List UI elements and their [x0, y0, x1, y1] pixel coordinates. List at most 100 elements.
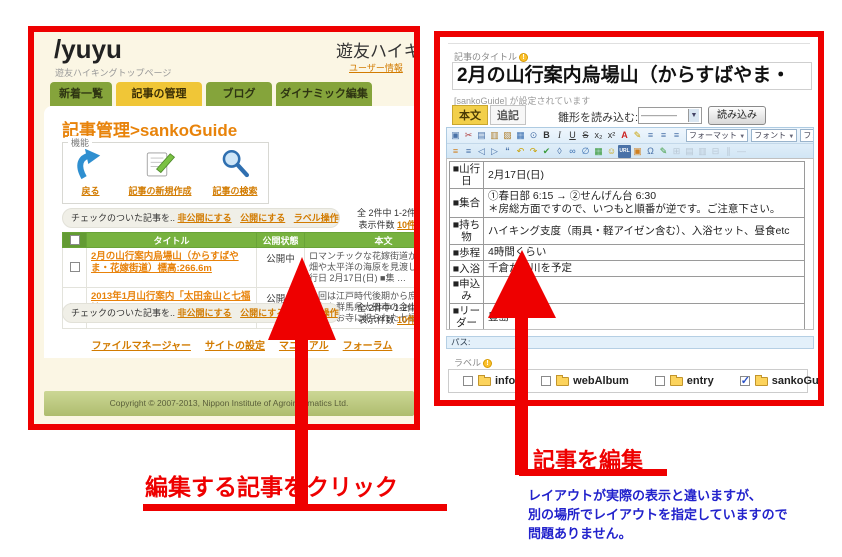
- article-list-screenshot: /yuyu 遊友ハイキングトップページ 遊友ハイキ ユーザー情報 新着一覧 記事…: [28, 26, 420, 430]
- superscript-icon[interactable]: x²: [605, 129, 618, 142]
- functions-legend: 機能: [68, 136, 93, 149]
- find-icon[interactable]: ⊙: [527, 129, 540, 142]
- indent-icon[interactable]: ▷: [488, 145, 501, 158]
- edit-source-icon[interactable]: ✎: [657, 145, 670, 158]
- label-checkbox-sankoguide[interactable]: sankoGuide: [739, 374, 818, 387]
- spellcheck-icon[interactable]: ✔: [540, 145, 553, 158]
- tab-postscript[interactable]: 追記: [490, 105, 526, 125]
- help-icon[interactable]: !: [483, 359, 493, 369]
- font-dropdown[interactable]: フォント ▼: [751, 129, 798, 142]
- label-checkbox-info[interactable]: info: [463, 374, 515, 387]
- site-subtitle: 遊友ハイキングトップページ: [55, 68, 172, 78]
- unpublish-link[interactable]: 非公開にする: [178, 308, 232, 318]
- functions-box: 戻る 記事の新規作成 記事の検索: [62, 142, 269, 204]
- footer-links: ファイルマネージャー サイトの設定 マニュアル フォーラム: [62, 337, 414, 352]
- image-icon[interactable]: ▦: [592, 145, 605, 158]
- red-arrow-left-shaft: [295, 336, 308, 511]
- undo-icon[interactable]: ↶: [514, 145, 527, 158]
- toolbar-row-1-icons: ▣ ✂ ▤ ▥ ▧ ▦ ⊙ B I U Sx₂ x² A ✎ ≡ ≡ ≡: [449, 129, 683, 142]
- red-arrow-right-shaft: [515, 314, 528, 475]
- article-title-link[interactable]: 2月の山行案内烏場山（からすばやま・花嫁街道）標高:266.6m: [91, 251, 252, 275]
- align-left-icon[interactable]: ≡: [644, 129, 657, 142]
- smiley-icon[interactable]: ☺: [605, 145, 618, 158]
- italic-icon[interactable]: I: [553, 129, 566, 142]
- search-article-button[interactable]: 記事の検索: [212, 147, 257, 199]
- site-settings-link[interactable]: サイトの設定: [205, 337, 265, 352]
- redo-icon[interactable]: ↷: [527, 145, 540, 158]
- cut-icon[interactable]: ✂: [462, 129, 475, 142]
- folder-icon: [669, 374, 683, 386]
- forum-link[interactable]: フォーラム: [343, 337, 393, 352]
- table-header-row: タイトル 公開状態 本文: [62, 232, 414, 248]
- file-manager-link[interactable]: ファイルマネージャー: [92, 337, 191, 352]
- help-icon[interactable]: !: [519, 53, 529, 63]
- layout-note: レイアウトが実際の表示と違いますが、 別の場所でレイアウトを指定していますので …: [528, 488, 788, 541]
- split-cell-icon: ∥: [726, 145, 731, 156]
- flash-icon[interactable]: ▣: [631, 145, 644, 158]
- special-char-icon[interactable]: Ω: [644, 145, 657, 158]
- label-checkbox-entry[interactable]: entry: [654, 374, 714, 387]
- page-size-link[interactable]: 10件: [397, 315, 414, 325]
- result-count-bottom: 全 2件中 1-2件 表示件数 10件: [356, 303, 416, 325]
- divider: [448, 43, 810, 44]
- label-box: info webAlbum entry sankoGuide: [448, 369, 818, 393]
- copy-icon[interactable]: ▤: [475, 129, 488, 142]
- highlight-icon[interactable]: ✎: [631, 129, 644, 142]
- checkbox-icon: [541, 376, 552, 386]
- publish-link[interactable]: 公開にする: [240, 213, 285, 223]
- url-icon[interactable]: URL: [618, 144, 631, 158]
- tab-blog[interactable]: ブログ: [206, 82, 272, 106]
- row-checkbox[interactable]: [69, 262, 80, 273]
- tab-article-management[interactable]: 記事の管理: [116, 82, 202, 106]
- page-size-link[interactable]: 10件: [397, 220, 414, 230]
- column-title: タイトル: [86, 232, 257, 248]
- strike-icon[interactable]: S: [579, 129, 592, 142]
- font-size-dropdown[interactable]: フォ: [800, 129, 813, 142]
- checkbox-icon: [739, 374, 750, 387]
- chevron-down-icon: ▼: [688, 109, 699, 122]
- bold-icon[interactable]: B: [540, 129, 553, 142]
- select-all-checkbox[interactable]: [69, 235, 80, 246]
- load-button[interactable]: 読み込み: [708, 106, 766, 125]
- outdent-icon[interactable]: ◁: [475, 145, 488, 158]
- user-info-link[interactable]: ユーザー情報: [349, 61, 403, 74]
- bullet-list-icon[interactable]: ≡: [462, 145, 475, 158]
- new-article-button[interactable]: 記事の新規作成: [128, 147, 191, 199]
- back-button[interactable]: 戻る: [73, 147, 107, 199]
- underline-icon[interactable]: U: [566, 129, 579, 142]
- unlink-icon[interactable]: ∅: [579, 145, 592, 158]
- tab-body[interactable]: 本文: [452, 105, 488, 125]
- checkbox-icon: [654, 376, 665, 386]
- unpublish-link[interactable]: 非公開にする: [178, 213, 232, 223]
- content-cell: ①春日部 6:15 → ②せんげん台 6:30 ＊房総方面ですので、いつもと順番…: [483, 188, 805, 218]
- toolbar-row-2: ≡ ≡ ◁ ▷ “↶ ↷ ✔ ◊ ∞ ∅ ▦ ☺ URL ▣ Ω ✎ ⊞ ▤ ▥ ⊟ ∥ —: [447, 143, 813, 158]
- toolbar-row-1: ▣✂▤▥▧▦⊙BIUSx₂x²A✎≡≡≡ フォーマット ▼ フォント ▼ フォ: [447, 128, 813, 143]
- paste-plain-icon[interactable]: ▧: [501, 129, 514, 142]
- format-dropdown[interactable]: フォーマット ▼: [686, 129, 749, 142]
- tutorial-page: /yuyu 遊友ハイキングトップページ 遊友ハイキ ユーザー情報 新着一覧 記事…: [0, 0, 842, 557]
- horizontal-rule-icon: —: [737, 145, 746, 156]
- numbered-list-icon[interactable]: ≡: [449, 145, 462, 158]
- paste-word-icon[interactable]: ▦: [514, 129, 527, 142]
- blockquote-icon[interactable]: “: [501, 145, 514, 158]
- save-icon[interactable]: ▣: [449, 129, 462, 142]
- subscript-icon[interactable]: x₂: [592, 129, 605, 142]
- merge-cells-icon: ⊟: [711, 145, 720, 156]
- link-icon[interactable]: ∞: [566, 145, 579, 158]
- bulk-action-bar-top: チェックのついた記事を.. 非公開にする 公開にする ラベル操作 複製する 削除…: [62, 208, 340, 228]
- folder-icon: [754, 374, 768, 386]
- back-icon: [73, 147, 107, 181]
- text-color-icon[interactable]: A: [618, 129, 631, 142]
- clean-icon[interactable]: ◊: [553, 145, 566, 158]
- paste-icon[interactable]: ▥: [488, 129, 501, 142]
- align-center-icon[interactable]: ≡: [657, 129, 670, 142]
- tab-new-articles[interactable]: 新着一覧: [50, 82, 112, 106]
- insert-column-icon: ▥: [698, 145, 707, 156]
- template-select[interactable]: ―――― ▼: [638, 107, 702, 124]
- new-article-icon: [128, 147, 191, 181]
- bulk-prefix: チェックのついた記事を..: [71, 308, 176, 318]
- align-right-icon[interactable]: ≡: [670, 129, 683, 142]
- tab-dynamic-edit[interactable]: ダイナミック編集: [276, 82, 372, 106]
- article-title-input[interactable]: 2月の山行案内烏場山（からすばやま・: [452, 62, 812, 90]
- label-checkbox-webalbum[interactable]: webAlbum: [541, 374, 629, 387]
